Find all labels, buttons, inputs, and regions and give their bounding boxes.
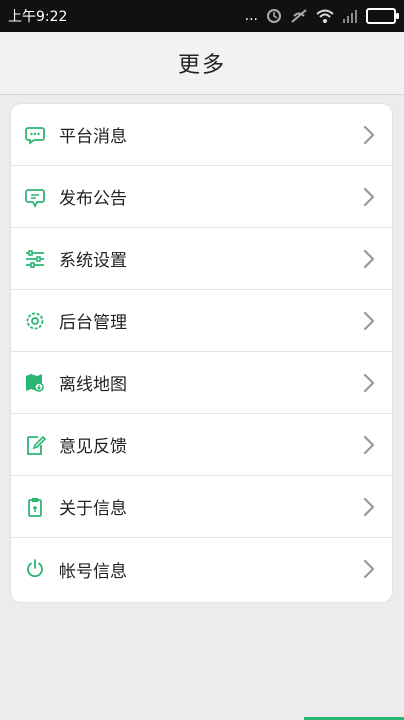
chevron-right-icon <box>360 125 378 145</box>
menu-item-label: 后台管理 <box>59 313 127 333</box>
menu-item-offline-map[interactable]: 离线地图 <box>11 352 392 414</box>
menu-item-backend-management[interactable]: 后台管理 <box>11 290 392 352</box>
menu-item-feedback[interactable]: 意见反馈 <box>11 414 392 476</box>
wifi-icon <box>316 8 334 24</box>
status-dots: ... <box>244 8 258 24</box>
status-right: ... <box>244 8 399 24</box>
chevron-right-icon <box>360 373 378 393</box>
menu-item-label: 离线地图 <box>59 375 127 395</box>
alarm-icon <box>266 8 282 24</box>
title-bar: 更多 <box>0 32 404 95</box>
battery-icon <box>366 8 399 24</box>
menu-item-about[interactable]: 关于信息 <box>11 476 392 538</box>
power-icon <box>23 557 47 581</box>
menu-item-label: 系统设置 <box>59 251 127 271</box>
status-bar: 上午9:22 ... <box>0 0 404 32</box>
chevron-right-icon <box>360 311 378 331</box>
chevron-right-icon <box>360 435 378 455</box>
menu-item-system-settings[interactable]: 系统设置 <box>11 228 392 290</box>
menu-item-label: 平台消息 <box>59 127 127 147</box>
menu-item-label: 帐号信息 <box>59 561 127 582</box>
menu-item-label: 发布公告 <box>59 189 127 209</box>
menu-list: 平台消息 发布公告 系统设置 后台管理 离线地图 意见反馈 关于信息 帐号信息 <box>11 104 392 602</box>
chevron-right-icon <box>360 249 378 269</box>
map-icon <box>23 371 47 395</box>
chevron-right-icon <box>360 187 378 207</box>
clipboard-icon <box>23 495 47 519</box>
announcement-icon <box>23 185 47 209</box>
sliders-icon <box>23 247 47 271</box>
chevron-right-icon <box>360 559 378 579</box>
no-signal-icon <box>290 8 308 24</box>
menu-item-publish-announcement[interactable]: 发布公告 <box>11 166 392 228</box>
screen: 上午9:22 ... 更多 平台消息 发布公告 系统设置 后台管理 离线地图 意… <box>0 0 404 720</box>
status-left: 上午9:22 <box>8 6 67 26</box>
chat-bubble-icon <box>23 123 47 147</box>
signal-icon <box>342 8 358 24</box>
edit-note-icon <box>23 433 47 457</box>
page-title: 更多 <box>177 53 226 78</box>
status-time: 上午9:22 <box>8 9 68 25</box>
menu-item-label: 意见反馈 <box>59 437 127 457</box>
menu-item-label: 关于信息 <box>59 499 127 519</box>
menu-item-account-info[interactable]: 帐号信息 <box>11 538 392 600</box>
chevron-right-icon <box>360 497 378 517</box>
menu-item-platform-messages[interactable]: 平台消息 <box>11 104 392 166</box>
gear-icon <box>23 309 47 333</box>
